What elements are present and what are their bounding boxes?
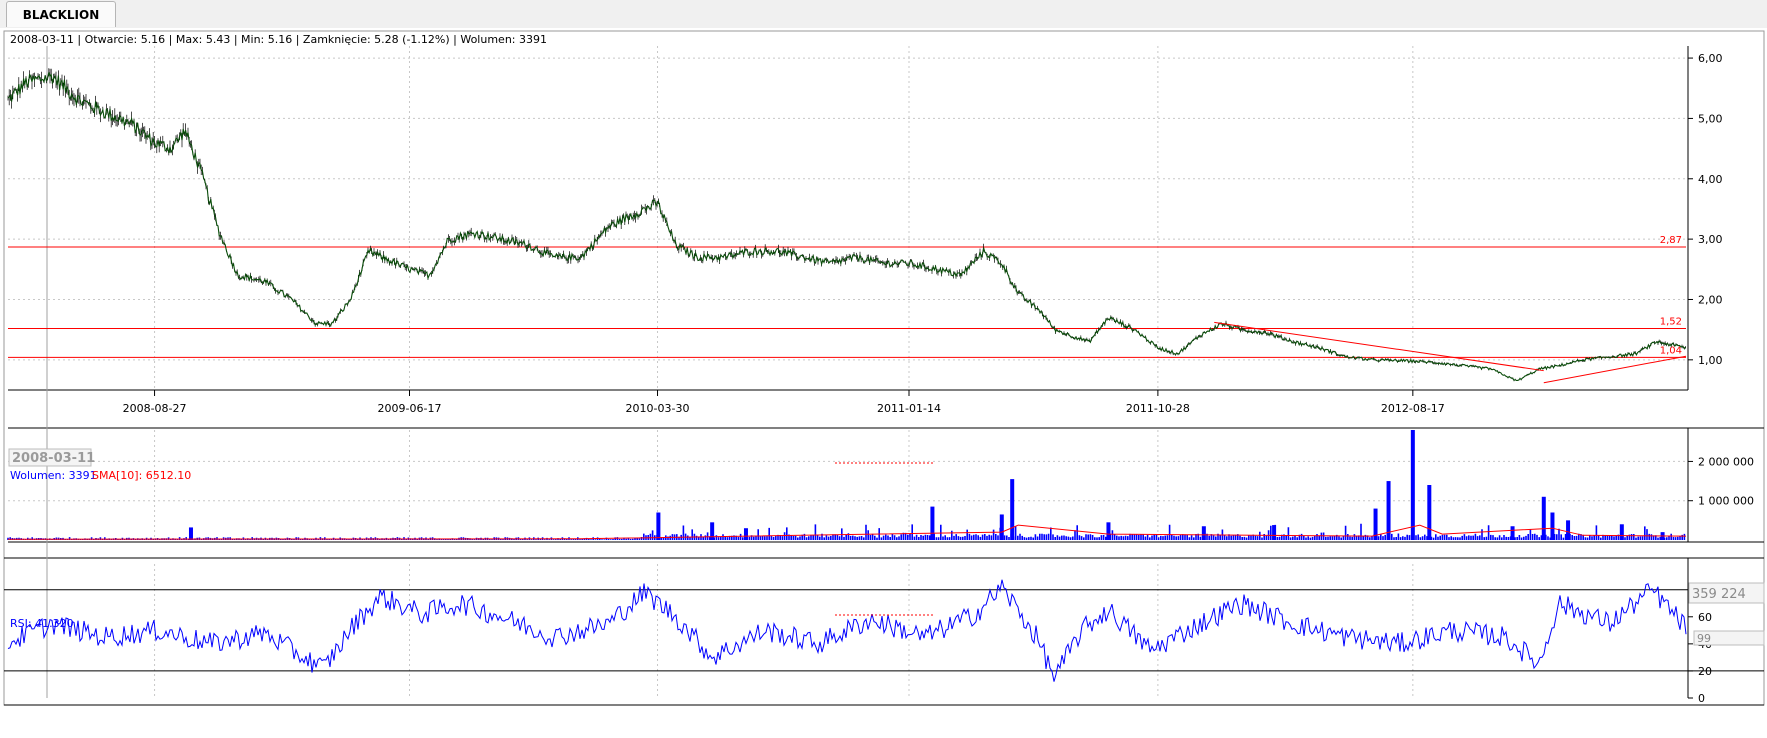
- price-y-tick-label-2: 4,00: [1698, 173, 1723, 186]
- price-levels[interactable]: 2,871,521,04: [8, 235, 1686, 358]
- price-y-tick-label-0: 6,00: [1698, 52, 1723, 65]
- price-grid: [8, 46, 1686, 390]
- volume-bar-17: [1566, 520, 1571, 540]
- volume-bar-11: [1386, 481, 1391, 540]
- x-tick-label-1: 2009-06-17: [378, 402, 442, 415]
- volume-bar-1: [656, 512, 661, 540]
- volume-y-tick-label-1: 1 000 000: [1698, 495, 1754, 508]
- volume-bar-7: [1106, 522, 1111, 540]
- volume-grid: [8, 430, 1686, 540]
- price-y-tick-label-3: 3,00: [1698, 233, 1723, 246]
- level-label-1: 1,52: [1660, 316, 1682, 327]
- sma-label: SMA[10]: 6512.10: [92, 469, 191, 482]
- level-label-0: 2,87: [1660, 235, 1682, 246]
- x-tick-label-5: 2012-08-17: [1381, 402, 1445, 415]
- volume-bar-14: [1510, 526, 1515, 540]
- volume-bar-2: [710, 522, 715, 540]
- price-x-axis: 2008-08-27 2009-06-17 2010-03-30 2011-01-14…: [123, 390, 1445, 415]
- date-box-text: 2008-03-11: [12, 451, 95, 466]
- volume-bars-small: [7, 523, 1686, 540]
- trend-line-0: [1214, 321, 1544, 372]
- price-y-axis: 6,00 5,00 4,00 3,00 2,00 1,00: [1688, 52, 1723, 367]
- rsi-y-tick-label-4: 0: [1698, 692, 1705, 705]
- price-y-tick-label-1: 5,00: [1698, 112, 1723, 125]
- rsi-series: [7, 579, 1687, 682]
- rsi-y-tick-label-1: 60: [1698, 611, 1712, 624]
- x-tick-label-0: 2008-08-27: [123, 402, 187, 415]
- stock-chart[interactable]: 2,871,521,04 6,005,004,003,002,001,00 20…: [0, 28, 1767, 738]
- x-tick-label-3: 2011-01-14: [877, 402, 941, 415]
- volume-y-tick-label-0: 2 000 000: [1698, 455, 1754, 468]
- volume-bar-15: [1541, 496, 1546, 540]
- volume-bar-18: [1619, 524, 1624, 540]
- x-tick-label-2: 2010-03-30: [626, 402, 690, 415]
- volume-bar-4: [930, 506, 935, 540]
- tab-blacklion[interactable]: BLACKLION: [6, 1, 116, 27]
- volume-bar-13: [1427, 485, 1432, 540]
- rsi-label: RSI: 41.320: [10, 617, 74, 630]
- volume-y-axis: 2 000 000 1 000 000: [1688, 455, 1754, 508]
- volume-bar-0: [188, 527, 193, 540]
- price-y-tick-label-5: 1,00: [1698, 354, 1723, 367]
- volume-label: Wolumen: 3391: [10, 469, 97, 482]
- price-y-tick-label-4: 2,00: [1698, 293, 1723, 306]
- price-series: [7, 68, 1686, 382]
- rsi-value-text: 99: [1697, 632, 1711, 645]
- price-wicks: [7, 68, 1686, 382]
- rsi-grid: [154, 564, 1414, 698]
- volume-bar-12: [1410, 430, 1415, 540]
- price-panel-frame: [3, 30, 1765, 706]
- volume-bar-16: [1550, 512, 1555, 540]
- tab-bar: BLACKLION: [0, 0, 1767, 28]
- rsi-line: [7, 579, 1687, 682]
- trend-lines[interactable]: [1214, 321, 1687, 384]
- volume-value-text: 359 224: [1692, 587, 1746, 602]
- x-tick-label-4: 2011-10-28: [1126, 402, 1190, 415]
- volume-bar-9: [1272, 525, 1277, 540]
- volume-bar-3: [743, 528, 748, 540]
- price-info-line: 2008-03-11 | Otwarcie: 5.16 | Max: 5.43 …: [10, 33, 547, 46]
- volume-bars: [7, 430, 1686, 540]
- volume-bar-6: [1010, 479, 1015, 540]
- volume-bar-8: [1201, 526, 1206, 540]
- rsi-y-tick-label-3: 20: [1698, 665, 1712, 678]
- volume-bar-5: [999, 514, 1004, 540]
